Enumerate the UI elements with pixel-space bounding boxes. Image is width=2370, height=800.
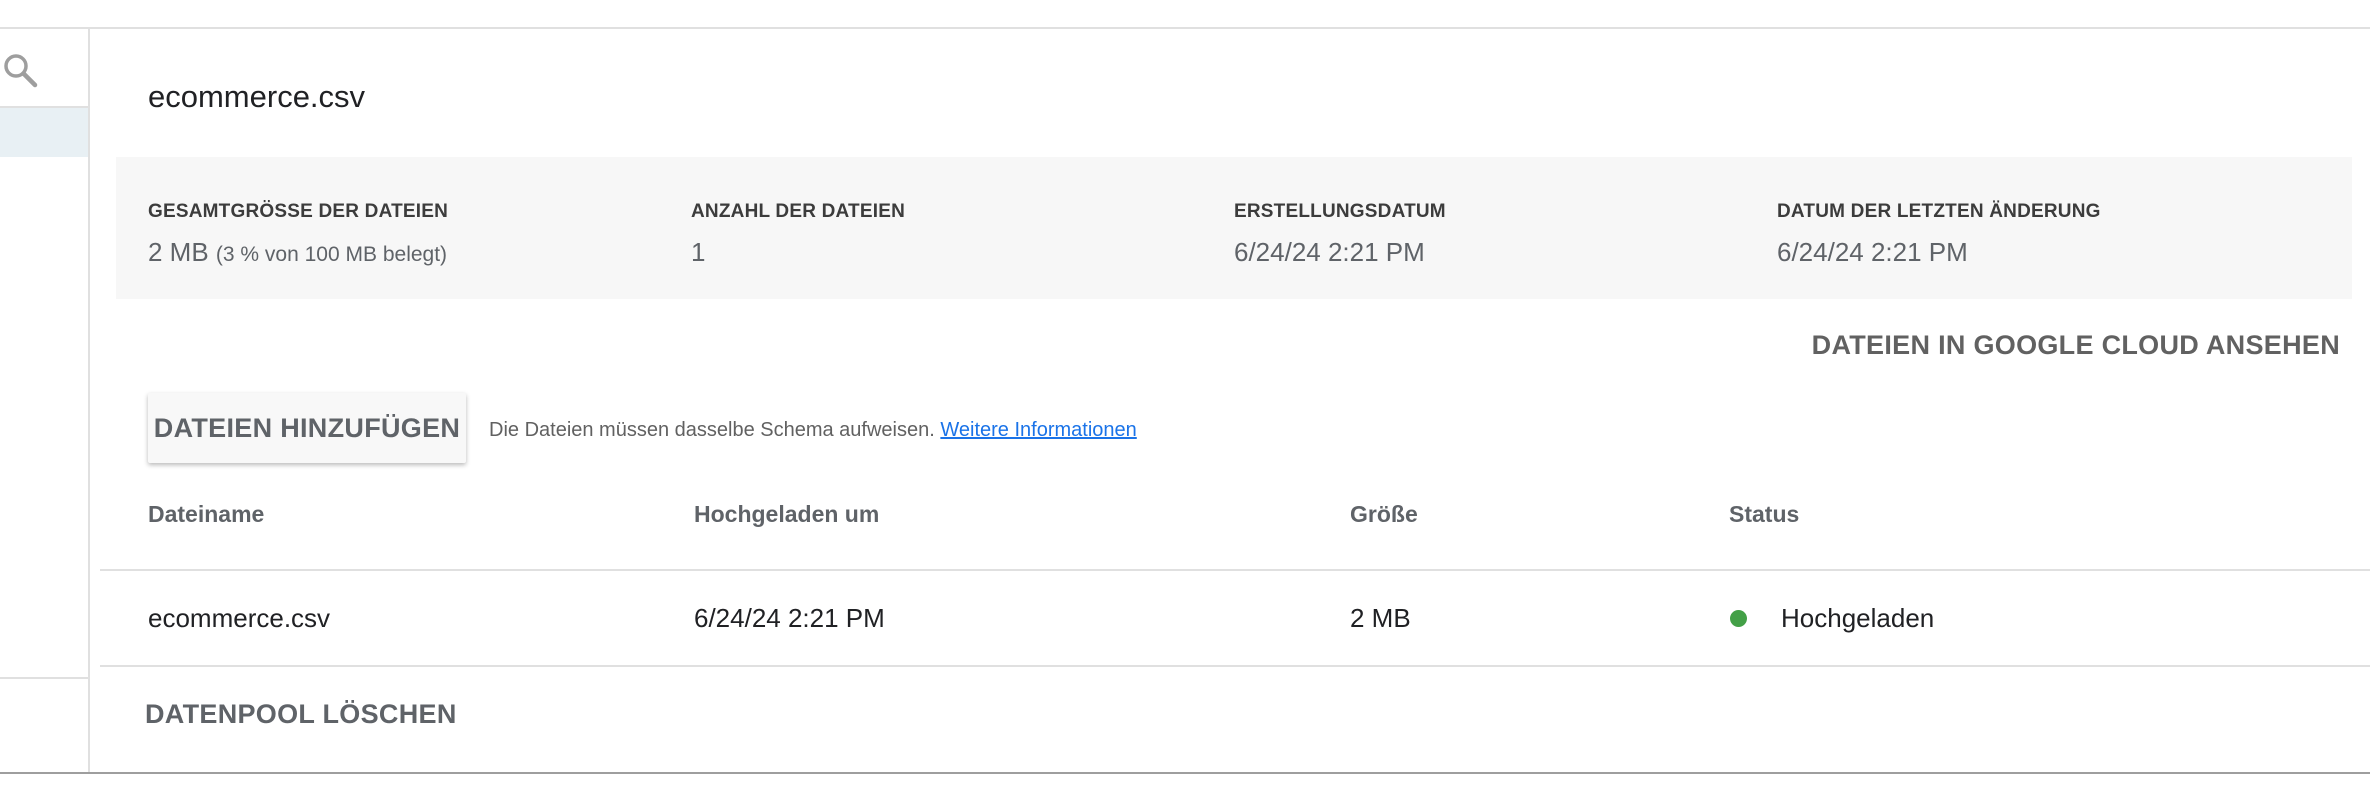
stat-total-size: GESAMTGRÖSSE DER DATEIEN 2 MB (3 % von 1… bbox=[148, 201, 448, 268]
stat-label: GESAMTGRÖSSE DER DATEIEN bbox=[148, 201, 449, 222]
view-in-google-cloud-button[interactable]: DATEIEN IN GOOGLE CLOUD ANSEHEN bbox=[1812, 330, 2340, 361]
stat-value: 2 MB (3 % von 100 MB belegt) bbox=[148, 237, 448, 268]
sidebar bbox=[0, 29, 90, 772]
add-files-button[interactable]: DATEIEN HINZUFÜGEN bbox=[148, 393, 466, 463]
stat-modified-date: DATUM DER LETZTEN ÄNDERUNG 6/24/24 2:21 … bbox=[1777, 201, 2101, 268]
page: ecommerce.csv GESAMTGRÖSSE DER DATEIEN 2… bbox=[0, 0, 2370, 800]
schema-note-text: Die Dateien müssen dasselbe Schema aufwe… bbox=[489, 419, 935, 441]
sidebar-item-selected[interactable] bbox=[0, 108, 88, 157]
column-header-uploaded[interactable]: Hochgeladen um bbox=[694, 501, 879, 528]
cell-uploaded: 6/24/24 2:21 PM bbox=[694, 603, 885, 633]
cell-size: 2 MB bbox=[1350, 603, 1411, 633]
learn-more-link[interactable]: Weitere Informationen bbox=[940, 419, 1136, 441]
search-icon[interactable] bbox=[0, 50, 50, 90]
cell-status: Hochgeladen bbox=[1781, 603, 1935, 633]
sidebar-divider bbox=[0, 677, 88, 679]
stat-label: ANZAHL DER DATEIEN bbox=[691, 201, 906, 222]
page-title: ecommerce.csv bbox=[148, 79, 366, 114]
stat-created-date: ERSTELLUNGSDATUM 6/24/24 2:21 PM bbox=[1234, 201, 1446, 268]
status-dot-icon bbox=[1730, 610, 1747, 627]
stat-label: DATUM DER LETZTEN ÄNDERUNG bbox=[1777, 201, 2101, 222]
stat-value: 6/24/24 2:21 PM bbox=[1234, 237, 1425, 267]
stat-value: 6/24/24 2:21 PM bbox=[1777, 237, 1968, 267]
column-header-size[interactable]: Größe bbox=[1350, 501, 1418, 528]
stat-value-text: 2 MB bbox=[148, 237, 209, 267]
table-divider bbox=[100, 569, 2370, 571]
main-content: ecommerce.csv GESAMTGRÖSSE DER DATEIEN 2… bbox=[90, 29, 2370, 772]
schema-note: Die Dateien müssen dasselbe Schema aufwe… bbox=[489, 419, 1137, 442]
stat-file-count: ANZAHL DER DATEIEN 1 bbox=[691, 201, 905, 268]
column-header-status[interactable]: Status bbox=[1729, 501, 1799, 528]
stat-usage-note: (3 % von 100 MB belegt) bbox=[215, 243, 448, 266]
bottom-divider bbox=[0, 772, 2370, 774]
column-header-filename[interactable]: Dateiname bbox=[148, 501, 264, 528]
stat-label: ERSTELLUNGSDATUM bbox=[1234, 201, 1446, 222]
cell-filename: ecommerce.csv bbox=[148, 603, 331, 633]
stat-value: 1 bbox=[691, 237, 706, 267]
delete-pool-button[interactable]: DATENPOOL LÖSCHEN bbox=[145, 699, 457, 730]
stats-panel: GESAMTGRÖSSE DER DATEIEN 2 MB (3 % von 1… bbox=[116, 157, 2352, 299]
table-divider bbox=[100, 665, 2370, 667]
